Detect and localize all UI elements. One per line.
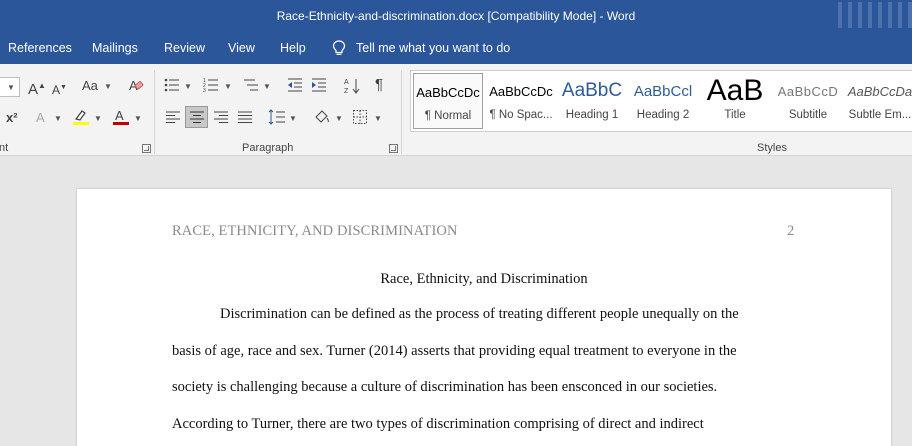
chevron-down-icon[interactable]: ▼ [263, 82, 271, 91]
document-page[interactable]: RACE, ETHNICITY, AND DISCRIMINATION 2 Ra… [77, 189, 891, 446]
chevron-down-icon[interactable]: ▼ [54, 114, 62, 123]
tell-me-box[interactable]: Tell me what you want to do [332, 40, 510, 56]
tab-mailings[interactable]: Mailings [92, 41, 138, 55]
style-normal[interactable]: AaBbCcDc ¶ Normal [413, 73, 483, 129]
title-bar: Race-Ethnicity-and-discrimination.docx [… [0, 0, 912, 32]
body-line: basis of age, race and sex. Turner (2014… [172, 343, 737, 359]
show-formatting-marks-icon[interactable]: ¶ [375, 77, 383, 93]
chevron-down-icon[interactable]: ▼ [184, 82, 192, 91]
chevron-down-icon[interactable]: ▼ [374, 114, 382, 123]
ribbon: ▼ A▲ A▼ Aa ▼ A x² A ▼ ▼ A ▼ nt ▼ 123 ▼ ▼… [0, 64, 912, 156]
numbering-icon[interactable]: 123 [203, 77, 219, 97]
shading-icon[interactable] [313, 108, 331, 130]
grow-font-icon[interactable]: A▲ [28, 78, 46, 98]
svg-text:A: A [115, 108, 124, 123]
body-line: Discrimination can be defined as the pro… [220, 306, 739, 322]
lightbulb-icon [332, 40, 346, 55]
change-case-icon[interactable]: Aa [82, 78, 98, 94]
tell-me-label: Tell me what you want to do [356, 41, 511, 55]
style-name: ¶ No Spac... [489, 109, 553, 121]
running-header: RACE, ETHNICITY, AND DISCRIMINATION [172, 223, 458, 239]
style-name: Title [724, 109, 746, 121]
svg-text:Z: Z [344, 88, 349, 95]
ribbon-tabs: References Mailings Review View Help Tel… [0, 32, 912, 64]
font-color-icon[interactable]: A [112, 108, 130, 130]
paragraph-dialog-launcher-icon[interactable] [389, 144, 398, 153]
group-divider [154, 70, 155, 154]
chevron-down-icon[interactable]: ▼ [335, 114, 343, 123]
styles-gallery: AaBbCcDc ¶ Normal AaBbCcDc ¶ No Spac... … [410, 70, 912, 132]
sort-icon[interactable]: AZ [344, 77, 360, 99]
increase-indent-icon[interactable] [311, 77, 327, 97]
justify-icon[interactable] [237, 109, 253, 129]
style-sample: AaBbCcDc [416, 84, 480, 100]
document-title: Race, Ethnicity, and Discrimination [380, 271, 588, 287]
bullets-icon[interactable] [164, 77, 180, 97]
superscript-icon[interactable]: x² [6, 110, 18, 126]
decrease-indent-icon[interactable] [287, 77, 303, 97]
tab-review[interactable]: Review [164, 41, 205, 55]
chevron-down-icon[interactable]: ▼ [134, 114, 142, 123]
style-sample: AaBbCcDa [847, 83, 912, 99]
multilevel-list-icon[interactable] [243, 77, 259, 97]
style-no-spacing[interactable]: AaBbCcDc ¶ No Spac... [487, 73, 555, 129]
chevron-down-icon: ▼ [7, 83, 15, 92]
styles-group-label: Styles [757, 142, 787, 154]
style-heading-1[interactable]: AaBbC Heading 1 [559, 73, 625, 129]
chevron-down-icon[interactable]: ▼ [104, 82, 112, 91]
align-right-icon[interactable] [213, 109, 229, 129]
chevron-down-icon[interactable]: ▼ [289, 114, 297, 123]
group-divider [401, 70, 402, 154]
align-center-icon [189, 109, 205, 129]
style-sample: AaB [706, 74, 764, 107]
font-dialog-launcher-icon[interactable] [142, 144, 151, 153]
highlight-color-icon[interactable] [72, 108, 90, 130]
style-name: Subtle Em... [848, 109, 912, 121]
style-sample: AaBbCcDc [489, 83, 553, 99]
page-number: 2 [787, 223, 795, 239]
paragraph-group-label: Paragraph [242, 142, 294, 154]
style-name: Heading 1 [565, 109, 619, 121]
tab-references[interactable]: References [8, 41, 72, 55]
tab-help[interactable]: Help [280, 41, 306, 55]
chevron-down-icon[interactable]: ▼ [224, 82, 232, 91]
style-subtitle[interactable]: AaBbCcD Subtitle [773, 73, 843, 129]
line-spacing-icon[interactable] [268, 108, 286, 130]
svg-text:3: 3 [203, 88, 206, 93]
text-effects-icon[interactable]: A [36, 110, 45, 126]
style-sample: AaBbCcl [633, 82, 693, 100]
style-subtle-emphasis[interactable]: AaBbCcDa Subtle Em... [847, 73, 912, 129]
borders-icon[interactable] [352, 109, 368, 129]
align-left-icon[interactable] [165, 109, 181, 129]
titlebar-decoration [832, 0, 912, 32]
font-size-dropdown[interactable]: ▼ [0, 77, 20, 97]
window-title: Race-Ethnicity-and-discrimination.docx [… [276, 9, 636, 23]
style-name: Subtitle [788, 109, 828, 121]
svg-text:A: A [344, 79, 349, 86]
style-sample: AaBbC [561, 80, 623, 101]
chevron-down-icon[interactable]: ▼ [94, 114, 102, 123]
clear-formatting-icon[interactable]: A [128, 77, 144, 97]
font-group-label: nt [0, 142, 9, 154]
style-heading-2[interactable]: AaBbCcl Heading 2 [631, 73, 695, 129]
style-title[interactable]: AaB Title [703, 73, 767, 129]
tab-view[interactable]: View [228, 41, 255, 55]
style-sample: AaBbCcD [777, 83, 839, 99]
shrink-font-icon[interactable]: A▼ [52, 80, 67, 98]
style-name: Heading 2 [636, 109, 690, 121]
style-name: ¶ Normal [424, 110, 472, 122]
body-line: According to Turner, there are two types… [172, 416, 704, 432]
body-line: society is challenging because a culture… [172, 379, 718, 395]
